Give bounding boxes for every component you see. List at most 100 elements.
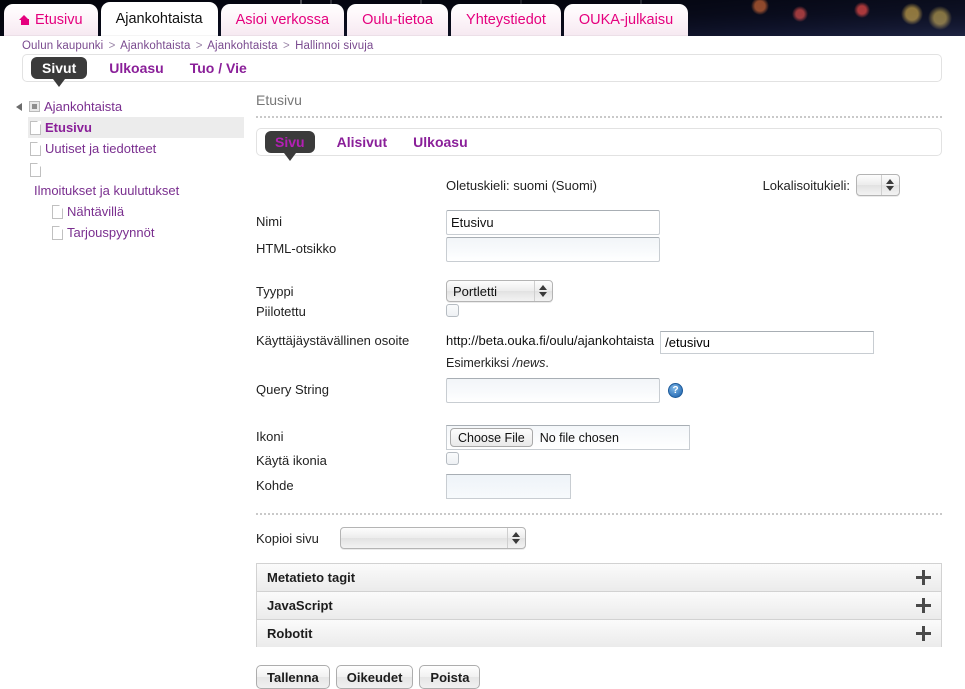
- tree-item-etusivu[interactable]: Etusivu: [28, 117, 244, 138]
- subtab-ulkoasu[interactable]: Ulkoasu: [409, 132, 471, 152]
- accordion-title: JavaScript: [267, 598, 333, 613]
- accordion-title: Metatieto tagit: [267, 570, 356, 585]
- delete-button[interactable]: Poista: [419, 665, 481, 689]
- kopioi-sivu-select[interactable]: [340, 527, 526, 549]
- page-icon: [30, 120, 41, 135]
- accordion-javascript[interactable]: JavaScript: [256, 591, 942, 619]
- top-tab-label: Oulu-tietoa: [362, 12, 434, 28]
- title-divider: [256, 116, 942, 118]
- tree-item-nahtavilla[interactable]: Nähtävillä: [50, 201, 244, 222]
- breadcrumb-separator: >: [282, 40, 290, 52]
- home-icon: [19, 15, 30, 25]
- top-tab-yhteystiedot[interactable]: Yhteystiedot: [451, 4, 561, 36]
- tree-item-label: Uutiset ja tiedotteet: [45, 141, 157, 156]
- admin-tab-bar: Sivut Ulkoasu Tuo / Vie: [22, 54, 942, 87]
- query-string-input[interactable]: [446, 378, 660, 403]
- field-row-kayta-ikonia: Käytä ikonia: [256, 452, 942, 468]
- osoite-hint-post: .: [545, 356, 549, 370]
- top-tab-ouka-julkaisu[interactable]: OUKA-julkaisu: [563, 4, 689, 36]
- breadcrumb-item-1[interactable]: Ajankohtaista: [120, 40, 190, 52]
- tree-item-ajankohtaista[interactable]: Ajankohtaista: [14, 96, 244, 117]
- ikoni-label: Ikoni: [256, 429, 284, 444]
- subtab-alisivut[interactable]: Alisivut: [333, 132, 392, 152]
- subtab-label: Alisivut: [336, 134, 388, 150]
- stepper-icon[interactable]: [507, 528, 524, 548]
- admin-tab-label: Ulkoasu: [109, 60, 164, 76]
- osoite-input[interactable]: [660, 331, 875, 354]
- tree-item-label: Ilmoitukset ja kuulutukset: [34, 183, 180, 198]
- page-icon: [30, 162, 41, 177]
- kayta-ikonia-label: Käytä ikonia: [256, 453, 327, 468]
- plus-icon[interactable]: [916, 598, 931, 613]
- osoite-hint: Esimerkiksi /news.: [446, 356, 942, 370]
- accordion-robotit[interactable]: Robotit: [256, 619, 942, 647]
- admin-tab-label: Tuo / Vie: [189, 60, 247, 76]
- admin-tab-tuo-vie[interactable]: Tuo / Vie: [186, 58, 251, 78]
- tree-item-label: Tarjouspyynnöt: [67, 225, 155, 240]
- field-row-nimi: Nimi: [256, 210, 942, 235]
- osoite-hint-pre: Esimerkiksi: [446, 356, 513, 370]
- top-tab-ajankohtaista[interactable]: Ajankohtaista: [100, 2, 218, 36]
- top-tab-etusivu[interactable]: Etusivu: [4, 4, 98, 36]
- plus-icon[interactable]: [916, 626, 931, 641]
- tyyppi-select[interactable]: Portletti: [446, 280, 553, 302]
- tree-item-tarjouspyynnot[interactable]: Tarjouspyynnöt: [50, 222, 244, 243]
- page-tree-sidebar: Ajankohtaista Etusivu Uutiset ja tiedott…: [14, 96, 244, 243]
- kayta-ikonia-checkbox[interactable]: [446, 452, 459, 465]
- choose-file-button[interactable]: Choose File: [450, 428, 533, 447]
- breadcrumb: Oulun kaupunki > Ajankohtaista > Ajankoh…: [22, 40, 373, 52]
- field-row-query-string: Query String ?: [256, 378, 942, 403]
- nimi-input[interactable]: [446, 210, 660, 235]
- osoite-label: Käyttäjäystävällinen osoite: [256, 333, 410, 348]
- tree-item-ilmoitukset-ja-kuulutukset[interactable]: Ilmoitukset ja kuulutukset: [32, 180, 244, 201]
- admin-tab-ulkoasu[interactable]: Ulkoasu: [105, 58, 167, 78]
- breadcrumb-item-3[interactable]: Hallinnoi sivuja: [295, 40, 373, 52]
- query-string-label: Query String: [256, 382, 329, 397]
- admin-tab-sivut[interactable]: Sivut: [31, 57, 88, 87]
- chevron-right-icon[interactable]: [16, 102, 25, 111]
- page-edit-form: Etusivu Sivu Alisivut Ulkoasu Oletuskiel…: [256, 92, 942, 689]
- subtab-sivu[interactable]: Sivu: [265, 131, 315, 161]
- site-top-navigation: Etusivu Ajankohtaista Asioi verkossa Oul…: [4, 2, 691, 36]
- stepper-icon[interactable]: [534, 281, 551, 301]
- piilotettu-checkbox[interactable]: [446, 304, 459, 317]
- localization-language-group: Lokalisoitukieli:: [763, 174, 942, 196]
- html-otsikko-input[interactable]: [446, 237, 660, 262]
- html-otsikko-label: HTML-otsikko: [256, 241, 337, 256]
- top-tab-label: OUKA-julkaisu: [578, 12, 674, 28]
- breadcrumb-item-0[interactable]: Oulun kaupunki: [22, 40, 103, 52]
- top-tab-label: Yhteystiedot: [466, 12, 546, 28]
- top-tab-oulu-tietoa[interactable]: Oulu-tietoa: [347, 4, 449, 36]
- stepper-icon[interactable]: [881, 175, 898, 195]
- breadcrumb-item-2[interactable]: Ajankohtaista: [207, 40, 277, 52]
- kohde-input[interactable]: [446, 474, 571, 499]
- save-button[interactable]: Tallenna: [256, 665, 330, 689]
- field-row-kopioi-sivu: Kopioi sivu: [256, 527, 942, 549]
- accordion-metatieto-tagit[interactable]: Metatieto tagit: [256, 563, 942, 591]
- localization-language-select[interactable]: [856, 174, 900, 196]
- page-subtab-bar: Sivu Alisivut Ulkoasu: [256, 128, 942, 161]
- language-row: Oletuskieli: suomi (Suomi) Lokalisoituki…: [256, 174, 942, 196]
- top-tab-label: Ajankohtaista: [115, 11, 203, 27]
- page-icon: [52, 225, 63, 240]
- tree-item-uutiset-ja-tiedotteet[interactable]: Uutiset ja tiedotteet: [28, 138, 244, 159]
- subtab-label: Sivu: [275, 134, 305, 150]
- tyyppi-value: Portletti: [453, 283, 498, 299]
- accordion-title: Robotit: [267, 626, 313, 641]
- permissions-button[interactable]: Oikeudet: [335, 665, 414, 689]
- piilotettu-label: Piilotettu: [256, 304, 306, 319]
- file-status-text: No file chosen: [539, 430, 619, 445]
- kohde-label: Kohde: [256, 478, 294, 493]
- field-row-kohde: Kohde: [256, 474, 942, 499]
- plus-icon[interactable]: [916, 570, 931, 585]
- localization-language-label: Lokalisoitukieli:: [762, 177, 850, 193]
- osoite-hint-example: /news: [512, 356, 546, 370]
- top-tab-asioi-verkossa[interactable]: Asioi verkossa: [220, 4, 345, 36]
- section-divider: [256, 513, 942, 515]
- ikoni-file-input[interactable]: Choose File No file chosen: [446, 425, 690, 450]
- field-row-osoite: Käyttäjäystävällinen osoite http://beta.…: [256, 329, 942, 354]
- help-icon[interactable]: ?: [668, 383, 683, 398]
- osoite-prefix: http://beta.ouka.fi/oulu/ajankohtaista: [446, 333, 655, 348]
- tree-item-untitled[interactable]: [28, 159, 244, 180]
- subtab-label: Ulkoasu: [413, 134, 468, 150]
